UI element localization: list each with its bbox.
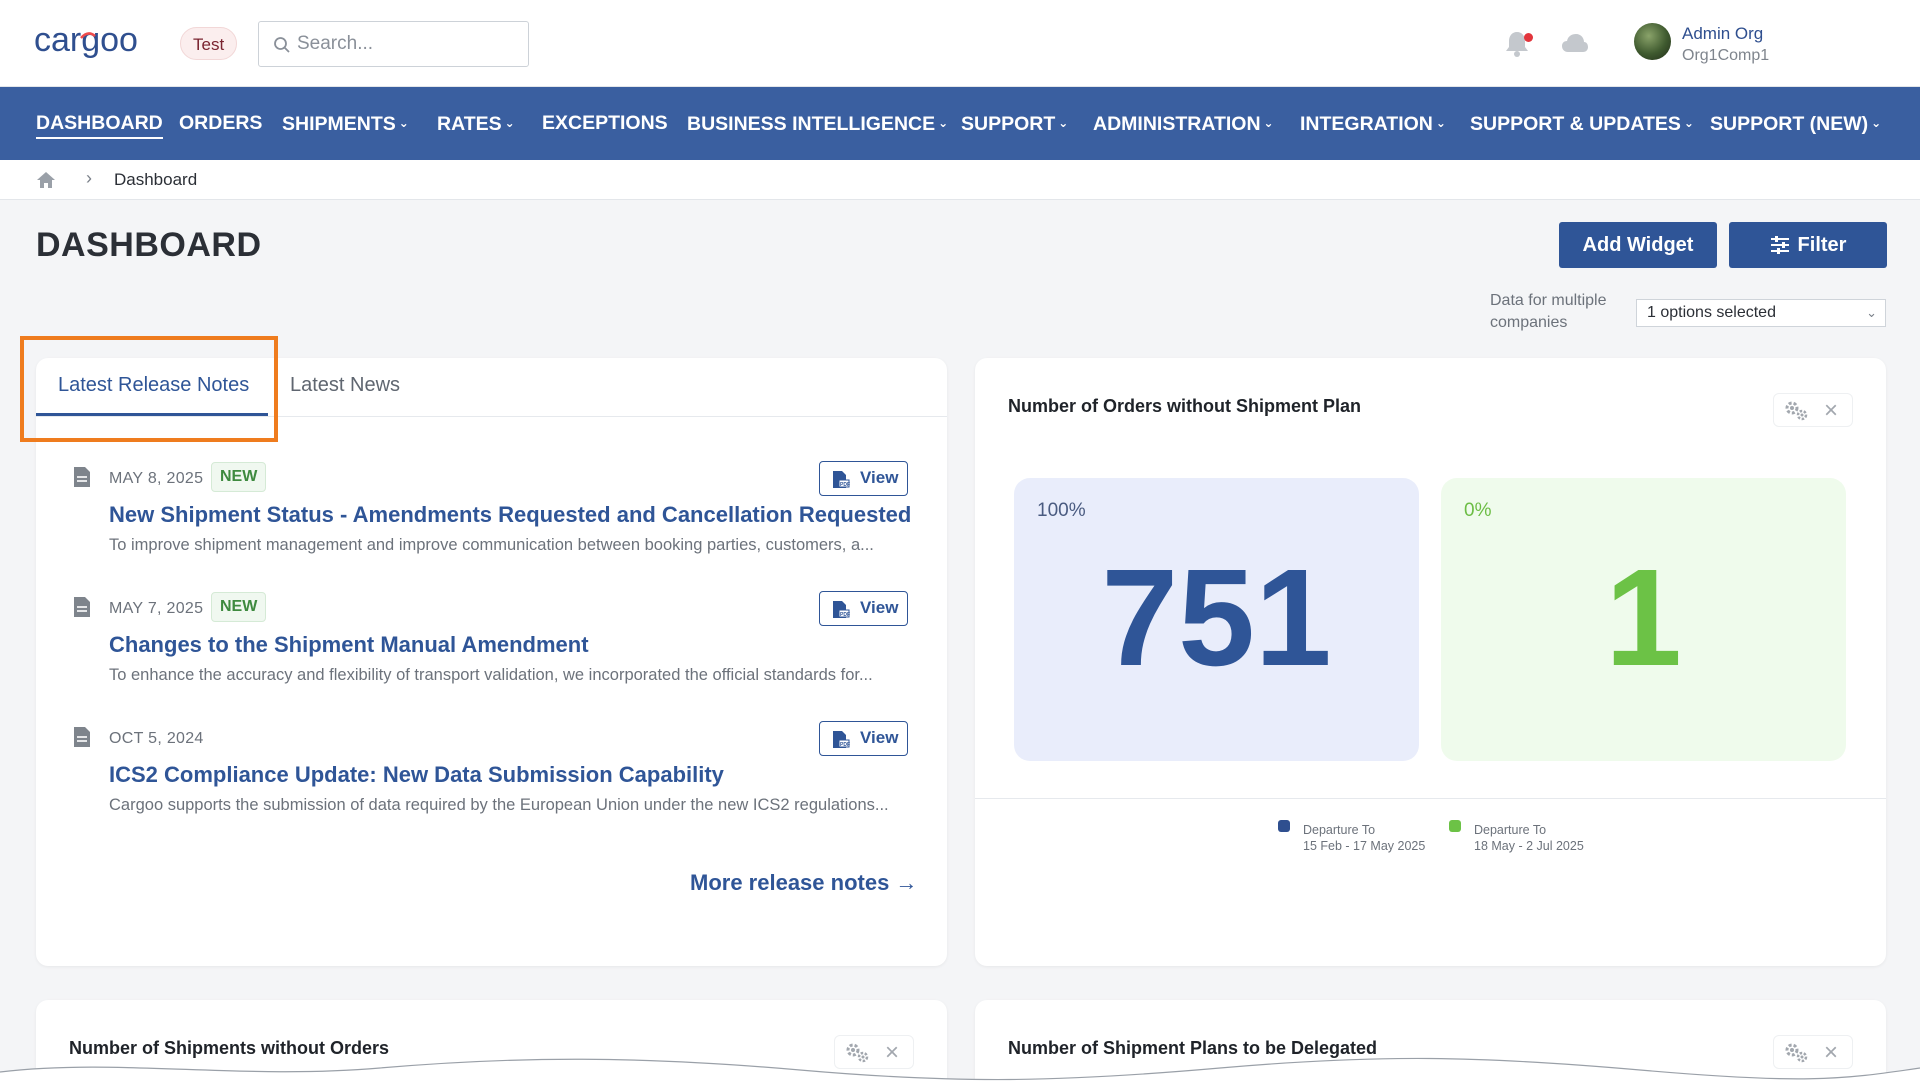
highlight-box — [20, 336, 278, 442]
filter-button[interactable]: Filter — [1729, 222, 1887, 268]
nav-dashboard[interactable]: DASHBOARD — [36, 87, 163, 160]
torn-edge-decoration — [0, 1057, 1920, 1083]
kpi-percentage: 0% — [1464, 500, 1492, 521]
nav-administration[interactable]: ADMINISTRATION ⌄ — [1093, 87, 1274, 160]
breadcrumb-current: Dashboard — [114, 170, 198, 189]
kpi-percentage: 100% — [1037, 500, 1086, 521]
nav-support[interactable]: SUPPORT ⌄ — [961, 87, 1068, 160]
chevron-down-icon: ⌄ — [1866, 305, 1877, 320]
page-title: DASHBOARD — [36, 226, 262, 264]
home-icon[interactable] — [36, 171, 56, 189]
user-name[interactable]: Admin Org — [1682, 24, 1763, 44]
nav-support-new[interactable]: SUPPORT (NEW) ⌄ — [1710, 87, 1881, 160]
chevron-right-icon: › — [86, 168, 92, 188]
release-note-item: OCT 5, 2024 PDF View ICS2 Compliance Upd… — [36, 718, 947, 828]
kpi-value: 1 — [1605, 541, 1682, 695]
legend-swatch-period-2 — [1449, 820, 1461, 832]
breadcrumb: › Dashboard — [0, 160, 1920, 200]
pdf-icon: PDF — [833, 471, 850, 488]
add-widget-button[interactable]: Add Widget — [1559, 222, 1717, 268]
svg-text:cargoo: cargoo — [34, 21, 138, 59]
svg-text:PDF: PDF — [840, 612, 850, 618]
chevron-down-icon: ⌄ — [398, 116, 409, 130]
release-note-title[interactable]: Changes to the Shipment Manual Amendment — [109, 632, 589, 658]
widget-divider — [975, 798, 1886, 799]
view-pdf-button[interactable]: PDF View — [819, 721, 908, 756]
release-note-description: To improve shipment management and impro… — [109, 536, 874, 554]
view-label: View — [860, 598, 899, 617]
user-org: Org1Comp1 — [1682, 47, 1770, 64]
kpi-tile-period-2[interactable]: 0% 1 — [1441, 478, 1846, 761]
more-release-notes-link[interactable]: More release notes → — [690, 870, 917, 896]
chevron-down-icon: ⌄ — [1058, 116, 1069, 130]
nav-business-intelligence[interactable]: BUSINESS INTELLIGENCE ⌄ — [687, 87, 948, 160]
avatar[interactable] — [1634, 23, 1671, 60]
pdf-icon: PDF — [833, 731, 850, 748]
close-icon[interactable]: × — [1824, 397, 1838, 425]
search-box[interactable] — [258, 21, 529, 67]
widget-title: Number of Orders without Shipment Plan — [1008, 396, 1362, 416]
release-note-description: To enhance the accuracy and flexibility … — [109, 666, 873, 684]
chevron-down-icon: ⌄ — [1871, 116, 1882, 130]
legend-swatch-period-1 — [1278, 820, 1290, 832]
cargoo-logo[interactable]: cargoo — [34, 18, 162, 68]
company-select-value: 1 options selected — [1647, 304, 1776, 321]
release-note-date: MAY 8, 2025 — [109, 470, 204, 487]
nav-orders[interactable]: ORDERS — [179, 87, 262, 160]
chevron-down-icon: ⌄ — [1263, 116, 1274, 130]
orders-without-shipment-plan-widget: Number of Orders without Shipment Plan ×… — [975, 358, 1886, 966]
nav-support-updates[interactable]: SUPPORT & UPDATES ⌄ — [1470, 87, 1694, 160]
filter-label: Filter — [1797, 234, 1847, 256]
cloud-icon[interactable] — [1561, 32, 1589, 54]
widget-toolbar: × — [1773, 393, 1853, 427]
nav-integration[interactable]: INTEGRATION ⌄ — [1300, 87, 1446, 160]
search-input[interactable] — [297, 30, 517, 58]
kpi-value: 751 — [1101, 541, 1332, 695]
release-note-title[interactable]: New Shipment Status - Amendments Request… — [109, 502, 911, 528]
release-note-title[interactable]: ICS2 Compliance Update: New Data Submiss… — [109, 762, 724, 788]
document-icon — [74, 467, 90, 487]
chevron-down-icon: ⌄ — [1683, 116, 1694, 130]
top-bar: cargoo Test Admin Org Org1Comp1 — [0, 0, 1920, 87]
filter-icon — [1770, 236, 1789, 254]
release-note-description: Cargoo supports the submission of data r… — [109, 796, 889, 814]
kpi-tile-period-1[interactable]: 100% 751 — [1014, 478, 1419, 761]
view-label: View — [860, 468, 899, 487]
release-note-item: MAY 8, 2025 NEW PDF View New Shipment St… — [36, 458, 947, 568]
view-pdf-button[interactable]: PDF View — [819, 591, 908, 626]
svg-text:PDF: PDF — [840, 742, 850, 748]
release-notes-card: Latest Release Notes Latest News MAY 8, … — [36, 358, 947, 966]
legend-label-period-2: Departure To 18 May - 2 Jul 2025 — [1474, 823, 1584, 853]
release-note-item: MAY 7, 2025 NEW PDF View Changes to the … — [36, 588, 947, 698]
view-label: View — [860, 728, 899, 747]
new-badge: NEW — [211, 592, 267, 622]
notification-dot — [1524, 33, 1533, 42]
document-icon — [74, 727, 90, 747]
pdf-icon: PDF — [833, 601, 850, 618]
view-pdf-button[interactable]: PDF View — [819, 461, 908, 496]
nav-shipments[interactable]: SHIPMENTS ⌄ — [282, 87, 409, 160]
release-note-date: MAY 7, 2025 — [109, 600, 204, 617]
multi-company-label: Data for multiple companies — [1490, 292, 1607, 331]
settings-gear-icon[interactable] — [1784, 400, 1810, 422]
nav-exceptions[interactable]: EXCEPTIONS — [542, 87, 668, 160]
tab-latest-news[interactable]: Latest News — [290, 374, 400, 397]
new-badge: NEW — [211, 462, 267, 492]
document-icon — [74, 597, 90, 617]
chevron-down-icon: ⌄ — [504, 116, 515, 130]
company-select[interactable]: 1 options selected ⌄ — [1636, 299, 1886, 327]
environment-badge: Test — [180, 27, 238, 60]
chevron-down-icon: ⌄ — [938, 116, 949, 130]
nav-rates[interactable]: RATES ⌄ — [437, 87, 515, 160]
release-note-date: OCT 5, 2024 — [109, 730, 204, 747]
chevron-down-icon: ⌄ — [1435, 116, 1446, 130]
search-icon — [274, 37, 290, 53]
svg-text:PDF: PDF — [840, 482, 850, 488]
main-nav: DASHBOARD ORDERS SHIPMENTS ⌄ RATES ⌄ EXCEP… — [0, 87, 1920, 160]
legend-label-period-1: Departure To 15 Feb - 17 May 2025 — [1303, 823, 1426, 853]
